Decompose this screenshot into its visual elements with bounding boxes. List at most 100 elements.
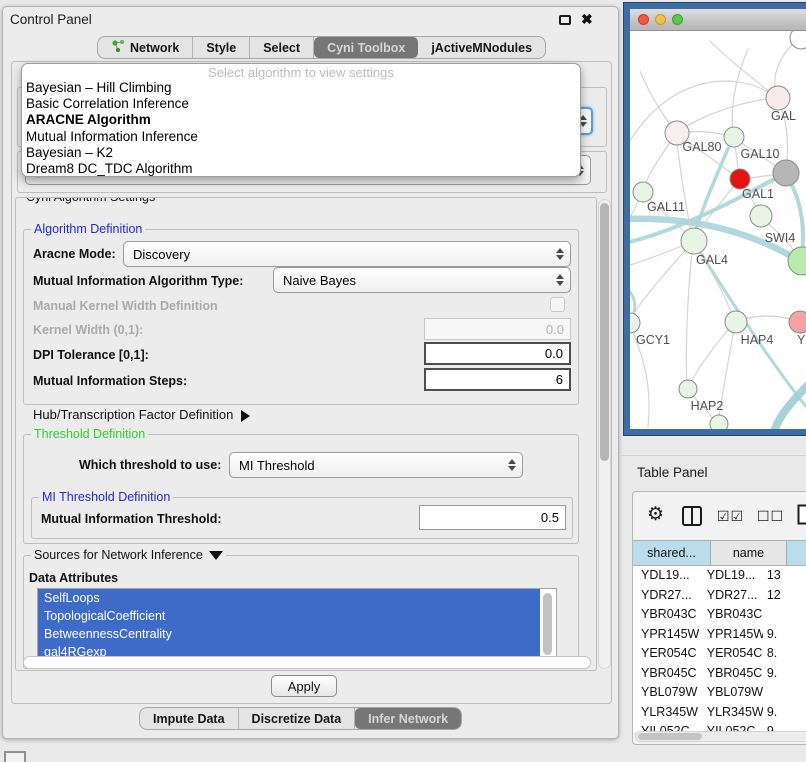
apply-button[interactable]: Apply bbox=[271, 675, 337, 697]
select-all-columns-icon[interactable]: ☑☑ bbox=[717, 508, 744, 525]
minimize-traffic-light-icon[interactable] bbox=[655, 14, 666, 25]
network-node-label: Y bbox=[797, 333, 806, 347]
network-node[interactable] bbox=[725, 311, 747, 333]
list-scrollbar-thumb[interactable] bbox=[543, 593, 552, 655]
network-node[interactable] bbox=[789, 311, 806, 333]
close-traffic-light-icon[interactable] bbox=[638, 14, 649, 25]
table-cell bbox=[763, 683, 806, 703]
list-horizontal-scrollbar[interactable] bbox=[23, 656, 591, 669]
control-panel-window: Control Panel ✖ Network Style Select Cyn… bbox=[2, 6, 619, 739]
network-node[interactable] bbox=[630, 313, 640, 333]
network-node-label: GAL10 bbox=[741, 147, 780, 161]
network-canvas[interactable]: GALGAL80GAL10GAL1GAL11SWI4GAL4GCY1HAP4YH… bbox=[630, 31, 806, 429]
hub-definition-toggle[interactable]: Hub/Transcription Factor Definition bbox=[33, 407, 250, 422]
tab-network[interactable]: Network bbox=[98, 37, 193, 58]
data-attributes-list[interactable]: SelfLoopsTopologicalCoefficientBetweenne… bbox=[37, 588, 557, 661]
attribute-item[interactable]: TopologicalCoefficient bbox=[38, 607, 540, 625]
algorithm-placeholder: Select algorithm to view settings bbox=[22, 65, 580, 80]
network-edge[interactable] bbox=[676, 98, 777, 133]
column-header[interactable]: A bbox=[787, 541, 806, 565]
network-node-label: GAL4 bbox=[696, 253, 728, 267]
network-node[interactable] bbox=[679, 380, 697, 398]
network-node[interactable] bbox=[681, 228, 707, 254]
float-window-icon[interactable] bbox=[559, 15, 571, 25]
mi-threshold-field[interactable]: 0.5 bbox=[419, 505, 566, 530]
network-window-titlebar[interactable] bbox=[630, 9, 806, 31]
tab-label: jActiveMNodules bbox=[431, 41, 532, 55]
which-threshold-combo[interactable]: MI Threshold bbox=[229, 452, 523, 478]
mi-steps-value: 6 bbox=[556, 372, 563, 387]
network-node-label: HAP2 bbox=[691, 399, 724, 413]
algorithm-option[interactable]: Mutual Information Inference bbox=[22, 129, 580, 145]
tab-discretize-data[interactable]: Discretize Data bbox=[239, 708, 356, 729]
table-horizontal-scrollbar[interactable] bbox=[635, 731, 806, 742]
network-edge[interactable] bbox=[630, 81, 777, 149]
deselect-all-columns-icon[interactable]: ☐☐ bbox=[757, 508, 784, 525]
aracne-mode-combo[interactable]: Discovery bbox=[123, 241, 571, 267]
tab-style[interactable]: Style bbox=[193, 37, 250, 58]
network-edge[interactable] bbox=[710, 41, 777, 98]
network-edge[interactable] bbox=[630, 241, 693, 323]
tab-jactivemnodules[interactable]: jActiveMNodules bbox=[418, 37, 545, 58]
mi-algorithm-type-combo[interactable]: Naive Bayes bbox=[273, 267, 571, 293]
zoom-traffic-light-icon[interactable] bbox=[672, 14, 683, 25]
network-node[interactable] bbox=[750, 205, 772, 227]
algorithm-option[interactable]: Bayesian – K2 bbox=[22, 145, 580, 161]
network-node[interactable] bbox=[790, 31, 806, 49]
close-icon[interactable]: ✖ bbox=[581, 11, 593, 28]
settings-scrollbar-thumb[interactable] bbox=[600, 203, 609, 461]
manual-kernel-width-checkbox[interactable] bbox=[550, 297, 565, 312]
tab-label: Impute Data bbox=[153, 712, 225, 726]
tab-infer-network[interactable]: Infer Network bbox=[355, 708, 461, 729]
dpi-tolerance-field[interactable]: 0.0 bbox=[424, 342, 571, 365]
new-table-icon[interactable] bbox=[797, 504, 806, 530]
column-header[interactable]: shared... bbox=[633, 541, 711, 565]
network-node[interactable] bbox=[724, 127, 744, 147]
table-row[interactable]: YER054CYER054C8. bbox=[633, 644, 806, 664]
algorithm-option[interactable]: Dream8 DC_TDC Algorithm bbox=[22, 161, 580, 177]
table-scrollbar-thumb[interactable] bbox=[638, 733, 702, 740]
table-row[interactable]: YBR045CYBR045C9. bbox=[633, 664, 806, 684]
gear-icon[interactable]: ⚙ bbox=[647, 504, 664, 526]
network-edge[interactable] bbox=[732, 49, 748, 137]
network-view-window: GALGAL80GAL10GAL1GAL11SWI4GAL4GCY1HAP4YH… bbox=[624, 3, 806, 435]
tab-select[interactable]: Select bbox=[250, 37, 314, 58]
network-node[interactable] bbox=[730, 169, 750, 189]
table-row[interactable]: YLR345WYLR345W9. bbox=[633, 703, 806, 723]
table-cell: 12 bbox=[763, 586, 806, 606]
kernel-width-field[interactable]: 0.0 bbox=[424, 318, 571, 340]
network-edge[interactable] bbox=[687, 322, 735, 389]
table-row[interactable]: YBR043CYBR043C bbox=[633, 605, 806, 625]
column-header[interactable]: name bbox=[711, 541, 787, 565]
network-edge[interactable] bbox=[775, 383, 806, 429]
algorithm-option[interactable]: Basic Correlation Inference bbox=[22, 96, 580, 112]
stepper-arrows-icon bbox=[556, 248, 564, 260]
kernel-width-label: Kernel Width (0,1): bbox=[33, 323, 143, 337]
table-cell: YBR045C bbox=[699, 664, 763, 684]
tab-impute-data[interactable]: Impute Data bbox=[140, 708, 239, 729]
network-node[interactable] bbox=[788, 247, 806, 275]
table-row[interactable]: YDL19...YDL19...13 bbox=[633, 566, 806, 586]
network-node[interactable] bbox=[773, 160, 799, 186]
algorithm-option[interactable]: ARACNE Algorithm bbox=[22, 112, 580, 128]
mi-steps-field[interactable]: 6 bbox=[424, 368, 571, 391]
network-node[interactable] bbox=[766, 86, 790, 110]
sources-group-title[interactable]: Sources for Network Inference bbox=[31, 548, 226, 562]
table-cell: YBR043C bbox=[699, 605, 763, 625]
tab-cyni-toolbox[interactable]: Cyni Toolbox bbox=[314, 37, 418, 58]
attribute-item[interactable]: BetweennessCentrality bbox=[38, 625, 540, 643]
table-row[interactable]: YPR145WYPR145W9. bbox=[633, 625, 806, 645]
table-cell: 9. bbox=[763, 703, 806, 723]
columns-icon[interactable] bbox=[682, 506, 702, 526]
table-row[interactable]: YBL079WYBL079W bbox=[633, 683, 806, 703]
network-node-label: GAL1 bbox=[742, 187, 774, 201]
attribute-item[interactable]: SelfLoops bbox=[38, 589, 540, 607]
tab-label: Select bbox=[263, 41, 300, 55]
network-node[interactable] bbox=[710, 415, 728, 429]
manual-kernel-width-label: Manual Kernel Width Definition bbox=[33, 299, 218, 313]
table-row[interactable]: YDR27...YDR27...12 bbox=[633, 586, 806, 606]
minimized-window[interactable] bbox=[4, 751, 26, 762]
algorithm-option[interactable]: Bayesian – Hill Climbing bbox=[22, 80, 580, 96]
network-edge[interactable] bbox=[686, 241, 693, 389]
network-node[interactable] bbox=[633, 182, 653, 202]
